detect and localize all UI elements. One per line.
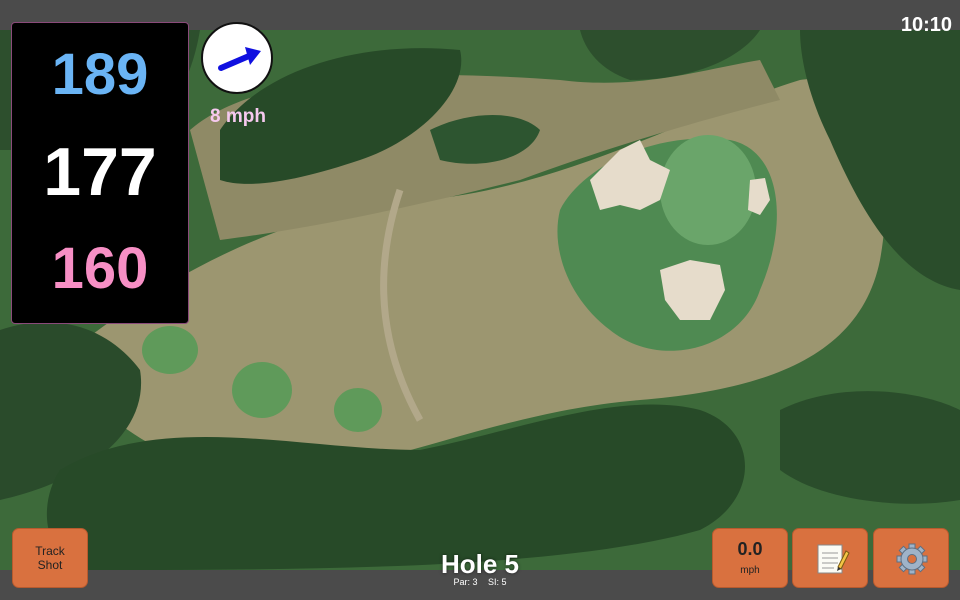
clock-time: 10:10 bbox=[900, 14, 952, 36]
hole-details: Par: 3 SI: 5 bbox=[380, 577, 580, 587]
notes-button[interactable] bbox=[792, 528, 868, 588]
wind-direction-indicator[interactable] bbox=[201, 22, 273, 94]
distance-panel: 189 177 160 bbox=[11, 22, 189, 324]
wind-direction-arrow-icon bbox=[218, 47, 261, 71]
track-shot-button[interactable]: Track Shot bbox=[12, 528, 88, 588]
wind-speed-value: 0.0 bbox=[737, 539, 763, 559]
notepad-icon bbox=[817, 544, 850, 574]
wind-speed-button[interactable]: 0.0 mph bbox=[712, 528, 788, 588]
gear-icon bbox=[896, 543, 928, 575]
hole-par: Par: 3 bbox=[453, 577, 478, 587]
track-shot-label-line1: Track bbox=[35, 544, 65, 558]
wind-speed-unit: mph bbox=[740, 565, 760, 576]
wind-speed-label: 8 mph bbox=[210, 106, 266, 127]
hole-title: Hole 5 bbox=[440, 549, 520, 579]
settings-button[interactable] bbox=[873, 528, 949, 588]
track-shot-label-line2: Shot bbox=[37, 558, 63, 572]
distance-front: 160 bbox=[51, 236, 149, 301]
hole-stroke-index: SI: 5 bbox=[488, 577, 507, 587]
distance-middle: 177 bbox=[43, 134, 157, 210]
distance-back: 189 bbox=[51, 42, 149, 107]
